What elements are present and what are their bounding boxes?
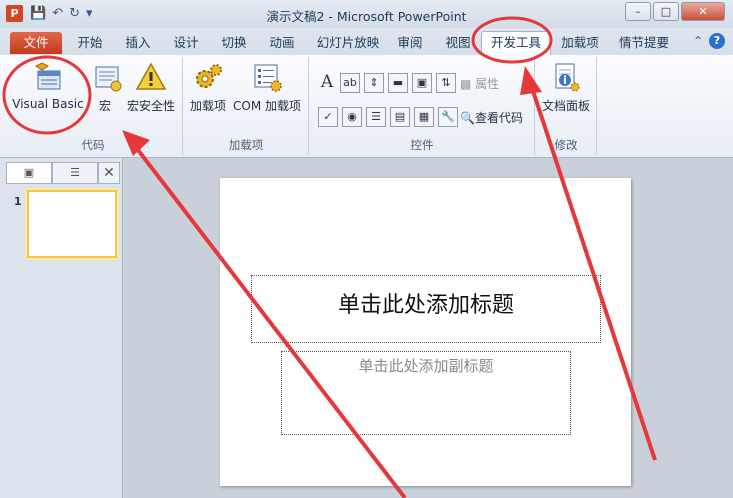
annotation-circle-developer-tab [471,16,553,64]
annotation-overlay [2,16,657,498]
annotation-circle-visual-basic [2,55,92,135]
annotation-arrow-to-visual-basic [122,130,407,498]
annotation-arrow-to-developer-tab [520,66,657,461]
